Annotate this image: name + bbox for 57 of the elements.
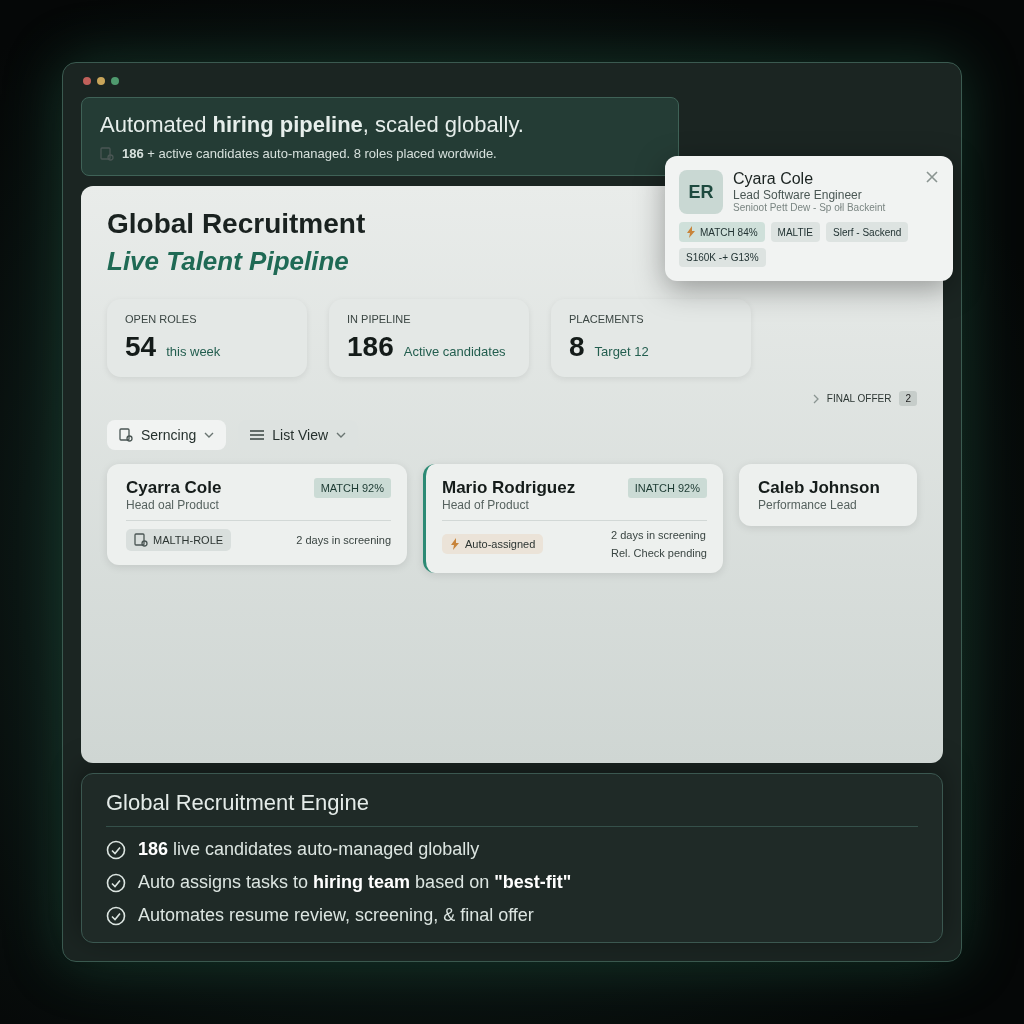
stat-note: Target 12 bbox=[594, 344, 649, 359]
stat-label: PLACEMENTS bbox=[569, 313, 645, 325]
candidate-card[interactable]: Cyarra Cole Head oal Product MATCH 92% MALTH-ROLE 2 days in screening bbox=[107, 464, 407, 565]
check-icon bbox=[106, 905, 126, 926]
engine-title: Global Recruitment Engine bbox=[106, 790, 918, 827]
stat-value: 186 bbox=[347, 331, 394, 363]
check-icon bbox=[106, 872, 126, 893]
list-icon bbox=[250, 430, 265, 440]
feature-text: Automates resume review, screening, & final offer bbox=[138, 905, 534, 926]
info-chip: MATCH 84% bbox=[679, 222, 765, 242]
summary-text: 186 + active candidates auto-managed. 8 roles placed wordwide. bbox=[122, 146, 497, 161]
match-badge: INATCH 92% bbox=[627, 478, 707, 498]
info-chip: Slerf - Sackend bbox=[826, 222, 909, 242]
stat-value: 8 bbox=[569, 331, 585, 363]
document-icon bbox=[134, 533, 148, 547]
stat-note: this week bbox=[166, 344, 221, 359]
candidate-name: Cyara Cole bbox=[733, 170, 815, 188]
chevron-icon bbox=[812, 393, 819, 404]
info-chip: S160K -+ G13% bbox=[679, 248, 766, 267]
candidate-detail: Senioot Pett Dew - Sp ołl Backeint bbox=[733, 202, 886, 213]
status-text: 2 days in screening bbox=[296, 534, 391, 546]
close-button[interactable] bbox=[925, 170, 939, 184]
dashboard-subtitle: Live Talent Pipeline bbox=[107, 246, 349, 277]
caret-icon bbox=[336, 432, 347, 438]
document-icon bbox=[100, 146, 114, 161]
filter-dropdown[interactable]: Serncing bbox=[107, 420, 227, 450]
dashboard-title: Global Recruitment bbox=[107, 208, 366, 240]
document-icon bbox=[119, 428, 133, 442]
stat-label: IN PIPELINE bbox=[347, 313, 412, 325]
stage-count: 2 bbox=[899, 391, 917, 406]
check-icon bbox=[106, 839, 126, 860]
status-text: 2 days in screening bbox=[611, 529, 707, 541]
stat-label: OPEN ROLES bbox=[125, 313, 198, 325]
candidate-name: Cyarra Cole bbox=[126, 478, 222, 498]
candidate-name: Mario Rodriguez bbox=[442, 478, 576, 498]
stat-value: 54 bbox=[125, 331, 157, 363]
lightning-icon bbox=[686, 226, 696, 238]
candidate-role: Performance Lead bbox=[758, 498, 858, 512]
candidate-tag: Auto-assigned bbox=[442, 534, 544, 554]
match-badge: MATCH 92% bbox=[313, 478, 391, 498]
candidate-title: Lead Software Engineer bbox=[733, 188, 863, 202]
avatar: ER bbox=[679, 170, 723, 214]
candidate-card[interactable]: Caleb Johnson Performance Lead bbox=[739, 464, 917, 526]
info-chip: MALTIE bbox=[770, 222, 820, 242]
candidate-role: Head oal Product bbox=[126, 498, 220, 512]
stage-label: FINAL OFFER bbox=[826, 393, 892, 404]
candidate-name: Caleb Johnson bbox=[758, 478, 880, 498]
status-text: Rel. Check pending bbox=[611, 547, 707, 559]
lightning-icon bbox=[450, 538, 460, 550]
feature-text: Auto assigns tasks to hiring team based on "best-fit" bbox=[138, 872, 572, 893]
headline: Automated hiring pipeline, scaled globally. bbox=[100, 112, 525, 138]
candidate-card[interactable]: Mario Rodriguez Head of Product INATCH 92% Auto-assigned 2 days in screening Rel. Check pending bbox=[423, 464, 723, 573]
caret-icon bbox=[204, 432, 215, 438]
feature-text: 186 live candidates auto-managed globally bbox=[138, 839, 480, 860]
stat-note: Active candidates bbox=[403, 344, 506, 359]
candidate-role: Head of Product bbox=[442, 498, 530, 512]
candidate-tag: MALTH-ROLE bbox=[126, 529, 232, 551]
